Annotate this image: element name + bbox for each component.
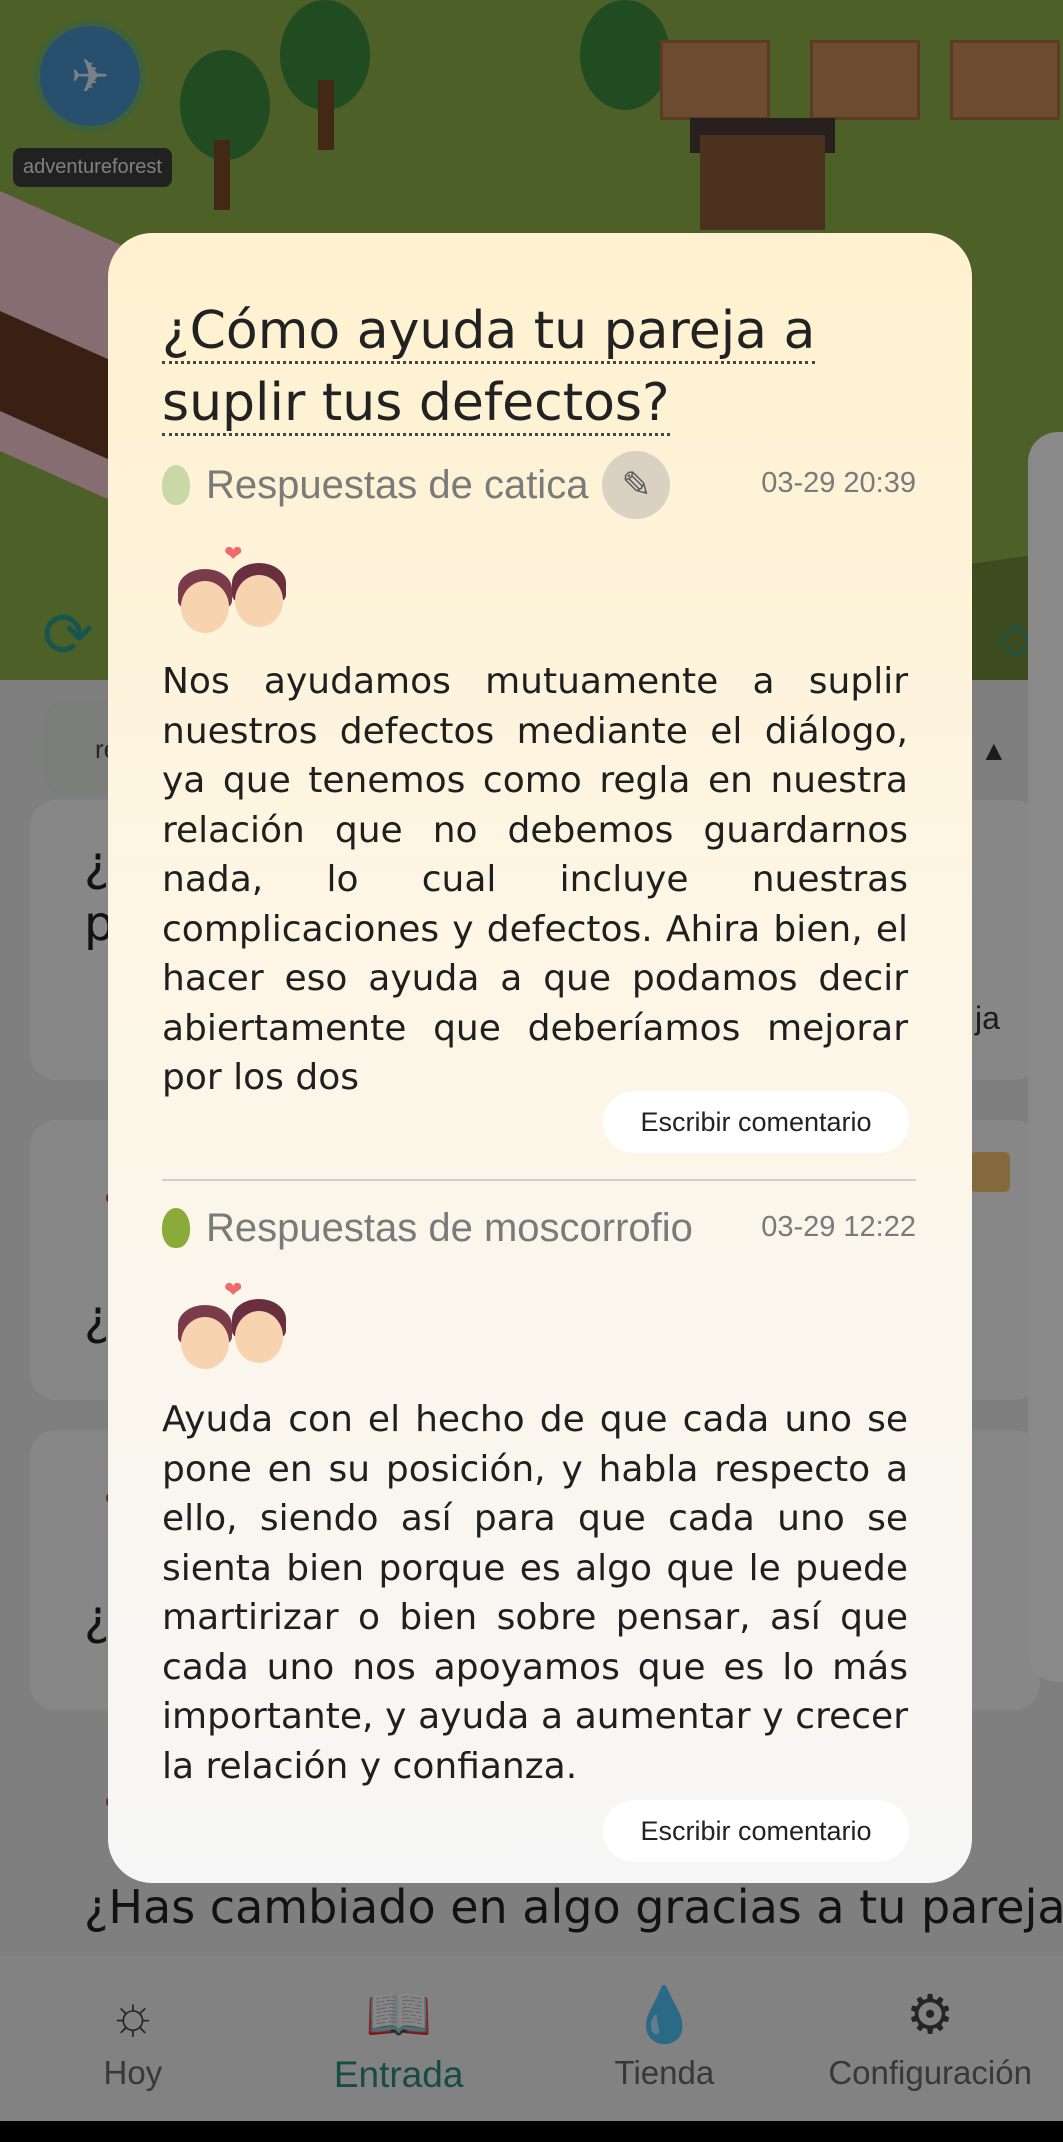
- answer-author-label: Respuestas de catica: [206, 462, 589, 507]
- book-icon: 📖: [365, 1985, 433, 2045]
- avatar-face: [235, 1311, 283, 1363]
- avatar-face: [235, 575, 283, 627]
- avatar-face: [181, 581, 229, 633]
- answer-text: Nos ayudamos mutuamente a suplir nuestro…: [162, 661, 908, 1098]
- answer-author-label: Respuestas de moscorrofio: [206, 1205, 693, 1250]
- answer-header: Respuestas de moscorrofio: [162, 1198, 693, 1258]
- sun-icon: ☼: [108, 1985, 158, 2045]
- answer-header: Respuestas de catica ✎: [162, 451, 671, 519]
- nav-item-entrada[interactable]: 📖 Entrada: [266, 1956, 532, 2121]
- nav-label: Entrada: [333, 2054, 464, 2095]
- nav-item-hoy[interactable]: ☼ Hoy: [0, 1956, 266, 2121]
- couple-avatar: ❤: [178, 541, 288, 640]
- gear-icon: ⚙: [905, 1985, 955, 2045]
- heart-icon: ❤: [224, 1277, 243, 1302]
- nav-item-configuracion[interactable]: ⚙ Configuración: [797, 1956, 1063, 2121]
- answer-timestamp: 03-29 20:39: [761, 467, 916, 499]
- modal-question-title: ¿Cómo ayuda tu pareja a suplir tus defec…: [162, 295, 922, 439]
- nav-item-tienda[interactable]: 💧 Tienda: [532, 1956, 798, 2121]
- write-comment-button[interactable]: Escribir comentario: [603, 1091, 909, 1153]
- nav-label: Configuración: [828, 2054, 1032, 2091]
- answer-divider: [162, 1179, 916, 1181]
- drop-icon: 💧: [630, 1985, 698, 2045]
- tree-icon: [162, 1208, 190, 1248]
- bottom-nav: ☼ Hoy 📖 Entrada 💧 Tienda ⚙ Configuración: [0, 1956, 1063, 2121]
- write-comment-button[interactable]: Escribir comentario: [603, 1800, 909, 1862]
- edit-button[interactable]: ✎: [602, 451, 671, 519]
- answer-timestamp: 03-29 12:22: [761, 1211, 916, 1243]
- answers-modal: ¿Cómo ayuda tu pareja a suplir tus defec…: [108, 233, 972, 1883]
- sprout-icon: [162, 465, 190, 505]
- system-nav-bar: [0, 2121, 1063, 2142]
- answer-text: Ayuda con el hecho de que cada uno se po…: [162, 1399, 908, 1787]
- heart-icon: ❤: [224, 541, 243, 566]
- pencil-icon: ✎: [621, 464, 652, 505]
- avatar-face: [181, 1317, 229, 1369]
- nav-label: Hoy: [103, 2054, 163, 2091]
- nav-label: Tienda: [614, 2054, 715, 2091]
- couple-avatar: ❤: [178, 1277, 288, 1376]
